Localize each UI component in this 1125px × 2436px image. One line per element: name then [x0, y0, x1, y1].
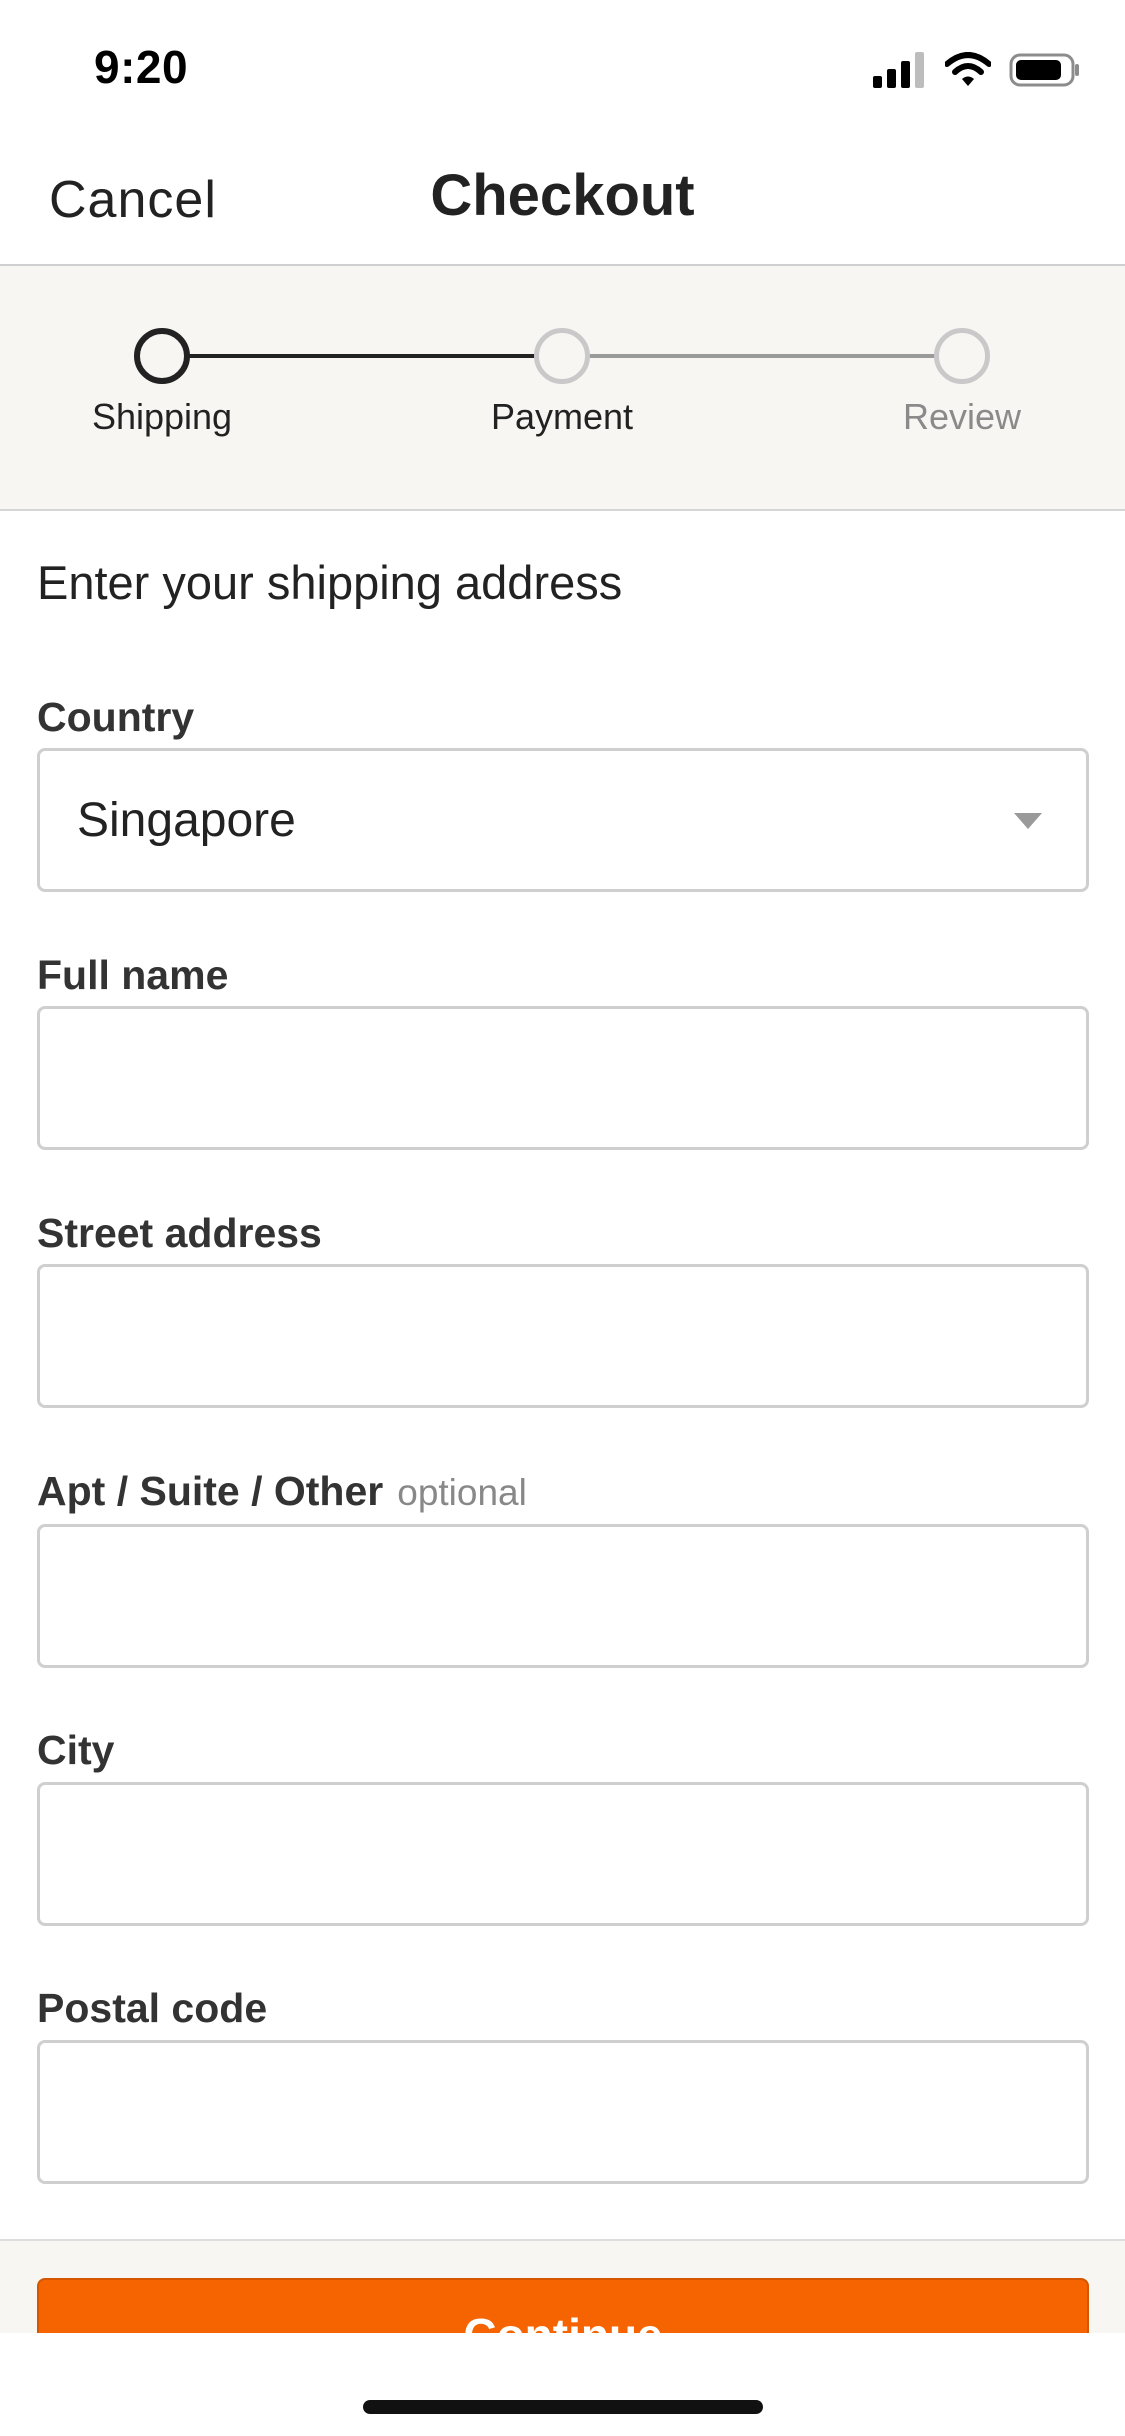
step-payment-dot [534, 328, 590, 384]
wifi-icon [945, 52, 991, 86]
home-indicator[interactable] [363, 2400, 763, 2414]
checkout-screen: 9:20 Cancel Checkout Shipping Payment Re… [0, 0, 1125, 2436]
status-bar: 9:20 [0, 0, 1125, 132]
home-indicator-area [0, 2333, 1125, 2436]
stepper-line-completed [162, 354, 562, 358]
step-shipping-label: Shipping [91, 396, 233, 437]
form-heading: Enter your shipping address [37, 556, 623, 609]
street-address-field-box [37, 1264, 1089, 1408]
street-address-label: Street address [37, 1210, 322, 1256]
chevron-down-icon [1014, 813, 1042, 829]
optional-tag: optional [397, 1472, 527, 1513]
country-select[interactable]: Singapore [37, 748, 1089, 892]
step-review-dot [934, 328, 990, 384]
apt-field-box [37, 1524, 1089, 1668]
country-label: Country [37, 694, 195, 740]
full-name-input[interactable] [40, 1009, 1086, 1147]
checkout-stepper: Shipping Payment Review [0, 266, 1125, 511]
postal-code-field-box [37, 2040, 1089, 2184]
nav-header: Cancel Checkout [0, 132, 1125, 266]
battery-icon [1009, 53, 1079, 87]
full-name-label: Full name [37, 952, 229, 998]
postal-code-input[interactable] [40, 2043, 1086, 2181]
apt-input[interactable] [40, 1527, 1086, 1665]
cellular-signal-icon [873, 52, 924, 88]
footer-action-area: Continue [0, 2241, 1125, 2333]
status-icons [873, 48, 1081, 92]
city-label: City [37, 1727, 115, 1773]
continue-button[interactable]: Continue [37, 2278, 1089, 2333]
step-shipping-dot [134, 328, 190, 384]
country-select-value: Singapore [77, 794, 296, 847]
city-field-box [37, 1782, 1089, 1926]
page-title: Checkout [430, 163, 695, 228]
city-input[interactable] [40, 1785, 1086, 1923]
apt-label: Apt / Suite / Other optional [37, 1468, 527, 1515]
postal-code-label: Postal code [37, 1985, 268, 2031]
street-address-input[interactable] [40, 1267, 1086, 1405]
stepper-line-pending [562, 354, 962, 358]
step-review-label: Review [902, 396, 1022, 437]
full-name-field-box [37, 1006, 1089, 1150]
apt-label-text: Apt / Suite / Other [37, 1468, 384, 1514]
step-payment-label: Payment [490, 396, 634, 437]
status-time: 9:20 [94, 41, 189, 93]
